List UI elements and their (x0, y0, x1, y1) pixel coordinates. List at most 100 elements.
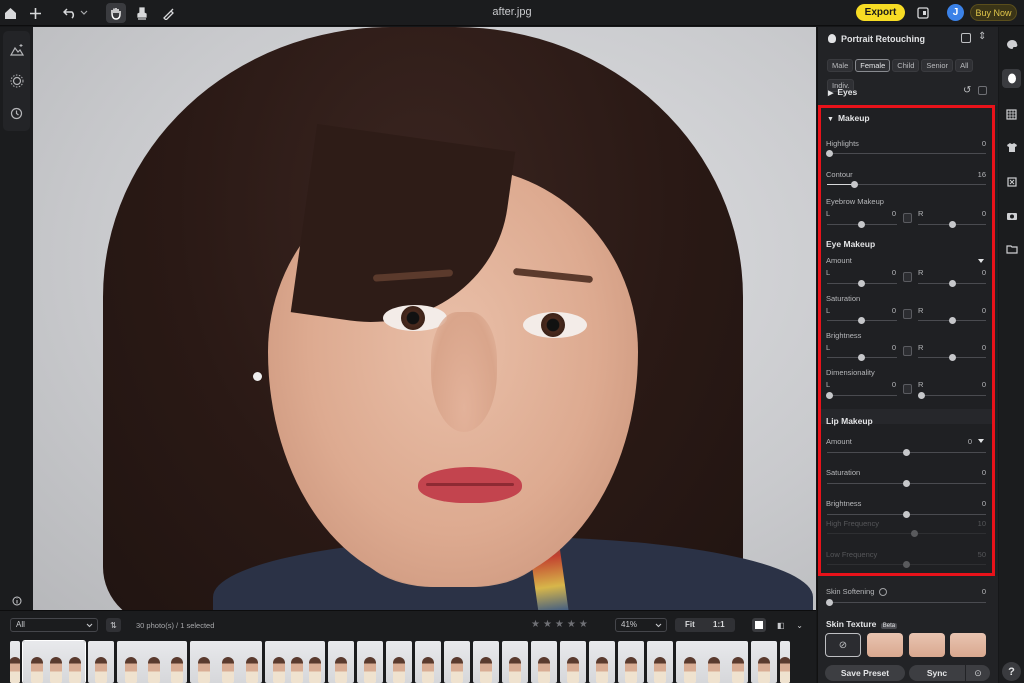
photo-thumbnail[interactable] (589, 641, 615, 683)
camera-icon[interactable] (1002, 206, 1021, 225)
zoom-select[interactable]: 41% (615, 618, 667, 632)
photo-thumbnail[interactable] (190, 641, 262, 683)
high-frequency-handle[interactable] (911, 530, 918, 537)
texture-option[interactable] (950, 633, 986, 657)
highlights-slider-handle[interactable] (826, 150, 833, 157)
chip-female[interactable]: Female (855, 59, 891, 72)
buy-now-button[interactable]: Buy Now (970, 4, 1017, 21)
disable-icon[interactable] (978, 86, 987, 95)
eye-dimensionality-left-handle[interactable] (826, 392, 833, 399)
palette-icon[interactable] (1002, 35, 1021, 54)
sync-button[interactable]: Sync (909, 665, 965, 681)
low-frequency-handle[interactable] (903, 561, 910, 568)
photo-thumbnail[interactable] (117, 641, 187, 683)
lip-amount-dropdown-icon[interactable] (978, 439, 984, 443)
history-icon[interactable] (3, 102, 30, 124)
eye-amount-right-handle[interactable] (949, 280, 956, 287)
photo-thumbnail[interactable] (676, 641, 748, 683)
sync-options-icon[interactable]: ⊙ (966, 665, 990, 681)
photo-thumbnail[interactable] (780, 641, 790, 683)
eyebrow-left-handle[interactable] (858, 221, 865, 228)
photo-thumbnail[interactable] (473, 641, 499, 683)
makeup-section-toggle[interactable]: ▼ Makeup (827, 113, 870, 123)
link-icon[interactable] (903, 309, 912, 319)
lip-saturation-handle[interactable] (903, 480, 910, 487)
hand-icon[interactable] (106, 3, 126, 23)
photo-thumbnail[interactable] (531, 641, 557, 683)
chip-child[interactable]: Child (892, 59, 920, 72)
grid-icon[interactable] (1002, 105, 1021, 124)
landscape-ai-icon[interactable] (3, 38, 30, 60)
avatar[interactable]: J (947, 4, 964, 21)
link-icon[interactable] (903, 272, 912, 282)
folder-icon[interactable] (1002, 239, 1021, 258)
photo-thumbnail[interactable] (560, 641, 586, 683)
photo-thumbnail[interactable] (444, 641, 470, 683)
photo-thumbnail[interactable] (386, 641, 412, 683)
photo-thumbnail[interactable] (265, 641, 325, 683)
eye-dimensionality-left-slider[interactable] (827, 395, 897, 396)
eyes-section-toggle[interactable]: ▶ Eyes (828, 87, 857, 97)
photo-canvas[interactable] (33, 27, 816, 610)
chip-male[interactable]: Male (827, 59, 854, 72)
link-icon[interactable] (903, 213, 912, 223)
rating-stars[interactable]: ★★★★★ (531, 619, 591, 630)
eye-saturation-right-handle[interactable] (949, 317, 956, 324)
photo-thumbnail[interactable] (357, 641, 383, 683)
photo-thumbnail[interactable] (328, 641, 354, 683)
fit-button[interactable]: Fit (685, 620, 695, 629)
lip-amount-handle[interactable] (903, 449, 910, 456)
lip-brightness-handle[interactable] (903, 511, 910, 518)
device-icon[interactable] (913, 3, 933, 23)
link-icon[interactable] (903, 384, 912, 394)
single-view-icon[interactable] (752, 618, 766, 632)
sort-icon[interactable]: ⇅ (106, 618, 121, 632)
portrait-icon[interactable] (1002, 69, 1021, 88)
photo-thumbnail[interactable] (751, 641, 777, 683)
help-circle-icon[interactable] (879, 588, 888, 597)
texture-option[interactable] (909, 633, 945, 657)
photo-thumbnail[interactable] (88, 641, 114, 683)
photo-thumbnail[interactable] (618, 641, 644, 683)
eye-amount-left-handle[interactable] (858, 280, 865, 287)
export-button[interactable]: Export (856, 4, 905, 21)
photo-thumbnail[interactable] (647, 641, 673, 683)
eye-brightness-left-handle[interactable] (858, 354, 865, 361)
photo-thumbnail[interactable] (22, 640, 86, 683)
collapse-icon[interactable]: ⇕ (978, 31, 986, 42)
chip-senior[interactable]: Senior (921, 59, 954, 72)
texture-option[interactable] (867, 633, 903, 657)
compare-view-icon[interactable]: ◧ ⌄ (777, 618, 803, 632)
photo-thumbnail[interactable] (502, 641, 528, 683)
shirt-icon[interactable] (1002, 138, 1021, 157)
photo-thumbnail[interactable] (415, 641, 441, 683)
eye-amount-dropdown-icon[interactable] (978, 259, 984, 263)
chip-all[interactable]: All (955, 59, 974, 72)
home-icon[interactable] (0, 3, 20, 23)
brush-icon[interactable] (158, 3, 178, 23)
one-to-one-button[interactable]: 1:1 (713, 620, 725, 629)
high-frequency-slider[interactable] (827, 533, 986, 534)
expand-icon[interactable] (961, 33, 971, 43)
skin-softening-slider[interactable] (827, 602, 986, 603)
help-icon[interactable]: ? (1002, 662, 1021, 681)
eye-dimensionality-right-handle[interactable] (918, 392, 925, 399)
link-icon[interactable] (903, 346, 912, 356)
texture-none-option[interactable]: ⊘ (825, 633, 861, 657)
skin-softening-handle[interactable] (826, 599, 833, 606)
eyebrow-right-handle[interactable] (949, 221, 956, 228)
crop-icon[interactable] (1002, 172, 1021, 191)
plus-icon[interactable] (25, 3, 45, 23)
contour-slider-handle[interactable] (851, 181, 858, 188)
filter-select[interactable]: All (10, 618, 98, 632)
stamp-icon[interactable] (132, 3, 152, 23)
reset-icon[interactable]: ↺ (963, 85, 971, 96)
chevron-down-icon[interactable] (77, 3, 91, 23)
eye-dimensionality-right-slider[interactable] (918, 395, 986, 396)
highlights-slider[interactable] (827, 153, 986, 154)
burst-icon[interactable] (3, 70, 30, 92)
eye-brightness-right-handle[interactable] (949, 354, 956, 361)
save-preset-button[interactable]: Save Preset (825, 665, 905, 681)
eye-saturation-left-handle[interactable] (858, 317, 865, 324)
photo-thumbnail[interactable] (10, 641, 20, 683)
